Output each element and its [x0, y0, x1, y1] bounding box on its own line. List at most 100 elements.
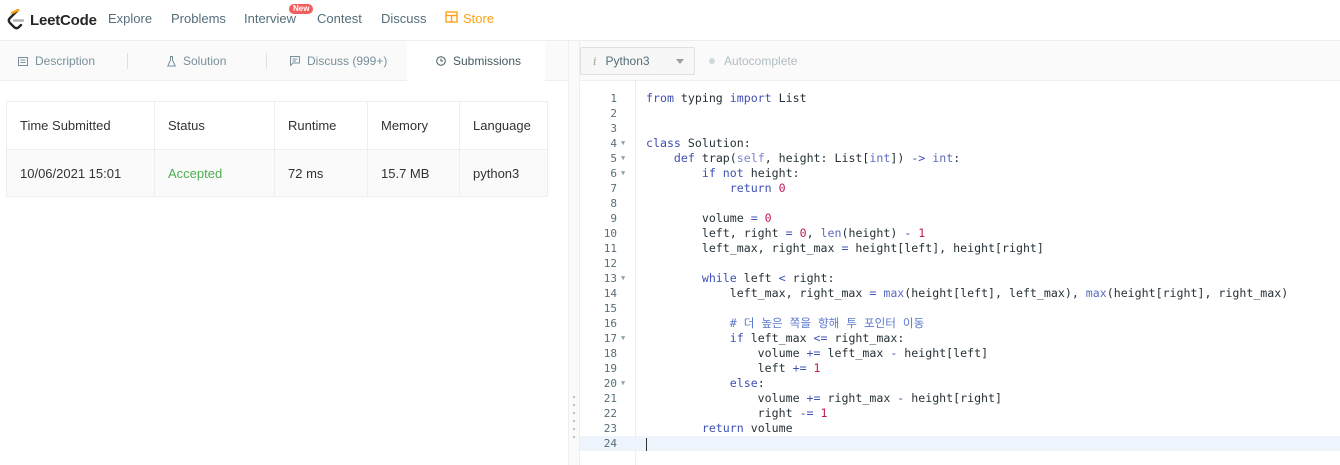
description-icon	[18, 56, 28, 66]
code-line[interactable]: 10 left, right = 0, len(height) - 1	[580, 226, 1340, 241]
code-line[interactable]: 7 return 0	[580, 181, 1340, 196]
code-line[interactable]: 9 volume = 0	[580, 211, 1340, 226]
code-text: left_max, right_max = max(height[left], …	[646, 286, 1289, 300]
code-line[interactable]: 12	[580, 256, 1340, 271]
line-number: 23	[603, 422, 617, 435]
nav-contest[interactable]: Contest	[317, 11, 362, 26]
code-text: while left < right:	[701, 271, 835, 285]
fold-arrow-icon[interactable]: ▼	[621, 151, 625, 166]
nav-store[interactable]: Store	[445, 11, 494, 26]
code-line[interactable]: 1 from typing import List	[580, 91, 1340, 106]
fold-arrow-icon[interactable]: ▼	[621, 376, 625, 391]
line-number: 4	[610, 137, 617, 150]
code-line[interactable]: 15	[580, 301, 1340, 316]
leetcode-logo[interactable]: LeetCode	[6, 8, 97, 31]
code-line[interactable]: 23 return volume	[580, 421, 1340, 436]
clock-icon	[436, 55, 446, 66]
line-number: 7	[610, 182, 617, 195]
autocomplete-toggle[interactable]: Autocomplete	[709, 54, 797, 68]
column-header-memory: Memory	[367, 101, 460, 150]
fold-arrow-icon[interactable]: ▼	[621, 271, 625, 286]
code-line[interactable]: 19 left += 1	[580, 361, 1340, 376]
tab-discuss[interactable]: Discuss (999+)	[290, 41, 387, 81]
tab-solution-label: Solution	[183, 54, 227, 68]
code-line[interactable]: 14 left_max, right_max = max(height[left…	[580, 286, 1340, 301]
problem-tabs: Description Solution Discuss (999+) Subm…	[0, 41, 568, 81]
nav-problems[interactable]: Problems	[171, 11, 226, 26]
new-badge: New	[289, 4, 314, 14]
text-cursor	[646, 438, 647, 451]
code-line[interactable]: 22 right -= 1	[580, 406, 1340, 421]
fold-arrow-icon[interactable]: ▼	[621, 331, 625, 346]
code-editor[interactable]: 1 from typing import List 2 3 4 ▼ class Soluti…	[580, 81, 1340, 465]
tab-solution[interactable]: Solution	[167, 41, 226, 81]
line-number: 20	[603, 377, 617, 390]
store-icon	[445, 11, 458, 26]
code-line[interactable]: 11 left_max, right_max = height[left], h…	[580, 241, 1340, 256]
code-line[interactable]: 2	[580, 106, 1340, 121]
line-number: 14	[603, 287, 617, 300]
nav-interview[interactable]: Interview	[244, 11, 296, 26]
tab-divider	[266, 53, 267, 69]
line-number: 12	[603, 257, 617, 270]
code-line[interactable]: 17 ▼ if left_max <= right_max:	[580, 331, 1340, 346]
code-line[interactable]: 24	[580, 436, 1340, 451]
line-number: 2	[610, 107, 617, 120]
pane-splitter[interactable]	[568, 41, 580, 465]
nav-discuss[interactable]: Discuss	[381, 11, 427, 26]
line-number: 13	[603, 272, 617, 285]
code-text: if not height:	[701, 166, 800, 180]
table-row[interactable]: 10/06/2021 15:01 Accepted 72 ms 15.7 MB …	[6, 149, 548, 197]
code-text: left += 1	[646, 361, 821, 375]
code-text: from typing import List	[646, 91, 807, 105]
line-number: 15	[603, 302, 617, 315]
code-text: return volume	[701, 421, 793, 435]
drag-handle-icon	[573, 396, 576, 446]
code-line[interactable]: 21 volume += right_max - height[right]	[580, 391, 1340, 406]
code-text: class Solution:	[646, 136, 751, 150]
code-line[interactable]: 6 ▼ if not height:	[580, 166, 1340, 181]
line-number: 18	[603, 347, 617, 360]
cell-time: 10/06/2021 15:01	[6, 149, 155, 197]
line-number: 22	[603, 407, 617, 420]
code-line[interactable]: 18 volume += left_max - height[left]	[580, 346, 1340, 361]
line-number: 9	[610, 212, 617, 225]
info-icon: i	[593, 54, 597, 68]
code-line[interactable]: 5 ▼ def trap(self, height: List[int]) -> …	[580, 151, 1340, 166]
column-header-status: Status	[154, 101, 275, 150]
code-text: left_max, right_max = height[left], heig…	[646, 241, 1044, 255]
store-label: Store	[463, 11, 495, 26]
code-text: # 더 높은 쪽을 향해 투 포인터 이동	[729, 316, 925, 330]
fold-arrow-icon[interactable]: ▼	[621, 136, 625, 151]
cell-status-link[interactable]: Accepted	[154, 149, 275, 197]
line-number: 6	[610, 167, 617, 180]
nav-explore[interactable]: Explore	[108, 11, 152, 26]
line-number: 8	[610, 197, 617, 210]
column-header-language: Language	[459, 101, 548, 150]
tab-discuss-label: Discuss (999+)	[307, 54, 388, 68]
discuss-icon	[290, 56, 300, 66]
editor-toolbar: i Python3 Autocomplete	[580, 41, 1340, 81]
code-line[interactable]: 16 # 더 높은 쪽을 향해 투 포인터 이동	[580, 316, 1340, 331]
tab-description[interactable]: Description	[18, 41, 95, 81]
code-text: volume = 0	[646, 211, 772, 225]
code-line[interactable]: 8	[580, 196, 1340, 211]
caret-down-icon	[676, 59, 684, 64]
code-text: volume += right_max - height[right]	[646, 391, 1003, 405]
submissions-table: Time Submitted Status Runtime Memory Lan…	[6, 101, 548, 197]
code-text: def trap(self, height: List[int]) -> int…	[673, 151, 961, 165]
cell-runtime: 72 ms	[274, 149, 368, 197]
code-text: right -= 1	[646, 406, 828, 420]
code-line[interactable]: 20 ▼ else:	[580, 376, 1340, 391]
leetcode-logo-icon	[6, 8, 26, 31]
fold-arrow-icon[interactable]: ▼	[621, 166, 625, 181]
code-line[interactable]: 13 ▼ while left < right:	[580, 271, 1340, 286]
autocomplete-label: Autocomplete	[724, 54, 798, 68]
line-number: 24	[603, 437, 617, 450]
language-select[interactable]: i Python3	[580, 47, 695, 75]
code-line[interactable]: 3	[580, 121, 1340, 136]
code-line[interactable]: 4 ▼ class Solution:	[580, 136, 1340, 151]
brand-name: LeetCode	[30, 11, 97, 29]
tab-submissions[interactable]: Submissions	[407, 41, 545, 81]
line-number: 3	[610, 122, 617, 135]
